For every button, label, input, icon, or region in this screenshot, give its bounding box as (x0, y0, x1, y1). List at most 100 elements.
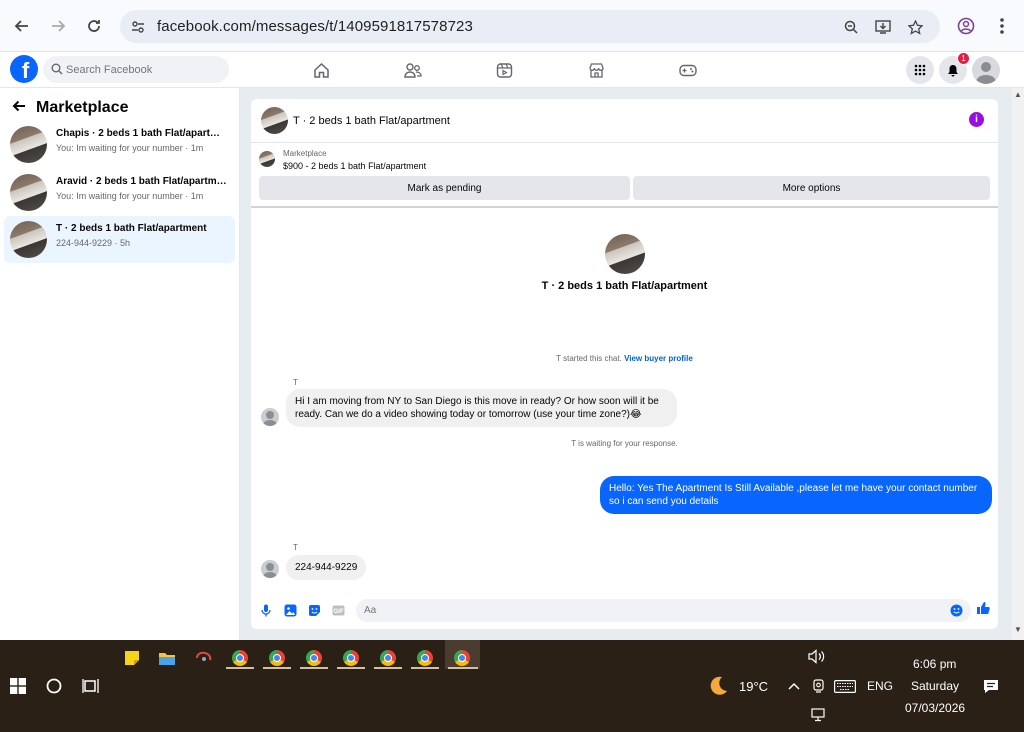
network-icon[interactable] (807, 703, 831, 727)
running-indicator (226, 667, 254, 669)
marketplace-icon[interactable] (584, 58, 608, 82)
running-indicator (337, 667, 365, 669)
zoom-icon[interactable] (841, 17, 861, 37)
listing-thumbnail (259, 151, 275, 167)
reload-icon[interactable] (81, 13, 107, 39)
chat-started-note: T started this chat. View buyer profile (251, 354, 998, 363)
app-icon[interactable] (192, 646, 216, 670)
listing-banner: Marketplace $900 - 2 beds 1 bath Flat/ap… (251, 143, 998, 208)
clock-date[interactable]: 07/03/2026 (905, 701, 965, 715)
gaming-icon[interactable] (676, 58, 700, 82)
running-indicator (263, 667, 291, 669)
waiting-note: T is waiting for your response. (571, 439, 678, 448)
video-icon[interactable] (492, 58, 516, 82)
volume-icon[interactable] (805, 644, 829, 668)
notification-badge: 1 (957, 52, 970, 65)
sender-avatar[interactable] (261, 560, 279, 578)
task-view-icon[interactable] (78, 674, 102, 698)
like-icon[interactable] (976, 601, 990, 615)
search-icon (51, 63, 63, 78)
incoming-message: Hi I am moving from NY to San Diego is t… (286, 389, 677, 427)
profile-avatar[interactable] (605, 234, 645, 274)
facebook-header: f (0, 52, 1024, 88)
url-text[interactable]: facebook.com/messages/t/1409591817578723 (157, 18, 473, 35)
conversation-preview: 224-944-9229 · 5h (56, 238, 131, 248)
back-arrow-icon[interactable] (12, 97, 26, 118)
scroll-up-icon[interactable]: ▲ (1014, 90, 1022, 99)
profile-name: T · 2 beds 1 bath Flat/apartment (541, 280, 708, 292)
language-indicator[interactable]: ENG (867, 679, 893, 693)
scroll-down-icon[interactable]: ▼ (1014, 625, 1022, 634)
install-icon[interactable] (873, 17, 893, 37)
file-explorer-icon[interactable] (155, 646, 179, 670)
forward-icon[interactable] (45, 13, 71, 39)
address-bar[interactable]: facebook.com/messages/t/1409591817578723 (120, 10, 940, 43)
keyboard-icon[interactable] (833, 674, 857, 698)
windows-taskbar: 19°C ENG 6:06 pm Saturday 07/03/2026 (0, 640, 1024, 732)
conversation-item[interactable]: Chapis · 2 beds 1 bath Flat/apartm… You:… (4, 121, 235, 168)
listing-price[interactable]: $900 - 2 beds 1 bath Flat/apartment (283, 161, 426, 171)
weather-temperature[interactable]: 19°C (739, 679, 768, 694)
chat-avatar[interactable] (261, 107, 288, 134)
listing-thumbnail (10, 174, 47, 211)
camera-icon[interactable] (806, 674, 830, 698)
browser-toolbar: facebook.com/messages/t/1409591817578723 (0, 0, 1024, 52)
facebook-logo-icon[interactable]: f (10, 55, 38, 83)
info-icon[interactable]: i (969, 112, 984, 127)
sidebar-header: Marketplace (12, 97, 129, 118)
sender-name: T (293, 378, 298, 387)
chat-title[interactable]: T · 2 beds 1 bath Flat/apartment (293, 115, 450, 127)
message-input[interactable] (356, 599, 971, 622)
chevron-up-icon[interactable] (782, 674, 806, 698)
sender-name: T (293, 543, 298, 552)
page-scrollbar[interactable]: ▲ ▼ (1012, 88, 1024, 640)
conversation-sidebar: Marketplace Chapis · 2 beds 1 bath Flat/… (0, 88, 240, 640)
sticker-icon[interactable] (307, 603, 321, 617)
listing-thumbnail (10, 126, 47, 163)
microphone-icon[interactable] (259, 603, 273, 617)
gif-icon[interactable]: GIF (331, 603, 345, 617)
back-icon[interactable] (9, 13, 35, 39)
svg-text:GIF: GIF (333, 609, 343, 615)
search-box[interactable] (43, 56, 229, 83)
listing-thumbnail (10, 221, 47, 258)
outgoing-message: Hello: Yes The Apartment Is Still Availa… (600, 476, 992, 514)
view-buyer-profile-link[interactable]: View buyer profile (624, 354, 693, 363)
profile-icon[interactable] (953, 13, 979, 39)
running-indicator (300, 667, 328, 669)
clock-time[interactable]: 6:06 pm (913, 657, 956, 671)
search-circle-icon[interactable] (42, 674, 66, 698)
message-composer: GIF (251, 595, 998, 629)
menu-icon[interactable] (989, 13, 1015, 39)
conversation-item[interactable]: Aravid · 2 beds 1 bath Flat/apartm… You:… (4, 169, 235, 216)
account-avatar[interactable] (972, 56, 1000, 84)
weather-moon-icon (706, 674, 730, 698)
menu-grid-icon[interactable] (906, 56, 934, 84)
conversation-name: Chapis · 2 beds 1 bath Flat/apartm… (56, 128, 228, 139)
notification-center-icon[interactable] (979, 674, 1003, 698)
windows-start-icon[interactable] (6, 674, 30, 698)
star-icon[interactable] (905, 17, 925, 37)
mark-as-pending-button[interactable]: Mark as pending (259, 176, 630, 200)
conversation-preview: You: Im waiting for your number · 1m (56, 191, 204, 201)
listing-label: Marketplace (283, 149, 327, 158)
more-options-button[interactable]: More options (633, 176, 990, 200)
home-icon[interactable] (309, 58, 333, 82)
search-input[interactable] (66, 56, 224, 83)
chat-header: T · 2 beds 1 bath Flat/apartment i (251, 99, 998, 143)
sticky-notes-icon[interactable] (120, 646, 144, 670)
conversation-preview: You: Im waiting for your number · 1m (56, 143, 204, 153)
conversation-name: Aravid · 2 beds 1 bath Flat/apartm… (56, 176, 227, 187)
friends-icon[interactable] (401, 58, 425, 82)
site-settings-icon[interactable] (128, 17, 148, 37)
started-text: T started this chat. (556, 354, 622, 363)
clock-day[interactable]: Saturday (911, 679, 959, 693)
photo-icon[interactable] (283, 603, 297, 617)
conversation-item-active[interactable]: T · 2 beds 1 bath Flat/apartment 224-944… (4, 216, 235, 263)
chat-panel: T · 2 beds 1 bath Flat/apartment i Marke… (251, 99, 998, 629)
running-indicator (448, 667, 478, 669)
sender-avatar[interactable] (261, 408, 279, 426)
emoji-icon[interactable] (949, 603, 963, 617)
incoming-message: 224-944-9229 (286, 555, 367, 580)
sidebar-title: Marketplace (36, 98, 129, 116)
